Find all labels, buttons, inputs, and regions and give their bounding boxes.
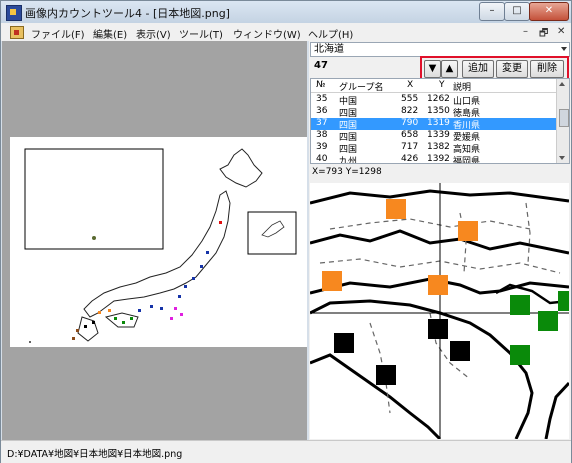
table-row[interactable]: 35 中国 555 1262 山口県 — [311, 94, 556, 107]
menu-window[interactable]: ウィンドウ(W) — [233, 26, 301, 41]
group-select-value: 北海道 — [314, 44, 344, 55]
table-row[interactable]: 36 四国 822 1350 徳島県 — [311, 106, 556, 119]
table-row[interactable]: 38 四国 658 1339 愛媛県 — [311, 130, 556, 143]
menu-help[interactable]: ヘルプ(H) — [308, 26, 353, 41]
mdi-close-button[interactable]: ✕ — [557, 26, 565, 37]
marker-black — [376, 365, 396, 385]
menu-view[interactable]: 表示(V) — [136, 26, 171, 41]
scroll-up-icon[interactable] — [559, 82, 565, 86]
zoom-map[interactable] — [310, 183, 569, 439]
delete-button[interactable]: 削除 — [530, 60, 564, 78]
table-row-selected[interactable]: 37 四国 790 1319 香川県 — [311, 118, 556, 131]
marker-green — [510, 295, 530, 315]
document-icon[interactable] — [10, 26, 24, 39]
marker-green — [558, 291, 569, 311]
add-button[interactable]: 追加 — [462, 60, 494, 78]
minimize-button[interactable]: – — [479, 2, 505, 21]
change-button[interactable]: 変更 — [496, 60, 528, 78]
arrow-down-icon: ▼ — [428, 63, 437, 74]
menu-bar: ファイル(F) 編集(E) 表示(V) ツール(T) ウィンドウ(W) ヘルプ(… — [1, 23, 571, 41]
cursor-coordinates: X=793 Y=1298 — [312, 167, 382, 177]
marker-orange — [428, 275, 448, 295]
marker-orange — [386, 199, 406, 219]
arrow-up-icon: ▲ — [445, 63, 454, 74]
marker-green — [510, 345, 530, 365]
dropdown-arrow-icon[interactable] — [561, 47, 567, 51]
list-header: № グループ名 X Y 説明 — [311, 79, 556, 93]
zoom-view[interactable] — [310, 183, 569, 439]
menu-tools[interactable]: ツール(T) — [179, 26, 223, 41]
point-list[interactable]: № グループ名 X Y 説明 35 中国 555 1262 山口県 36 四国 … — [310, 78, 570, 164]
marker-green — [538, 311, 558, 331]
maximize-button[interactable]: □ — [504, 2, 530, 21]
column-x[interactable]: X — [407, 80, 413, 90]
window-title: 画像内カウントツール4 - [日本地図.png] — [25, 7, 230, 20]
marker-orange — [458, 221, 478, 241]
move-up-button[interactable]: ▲ — [441, 60, 458, 78]
marker-black — [334, 333, 354, 353]
status-bar: D:¥DATA¥地図¥日本地図¥日本地図.png — [1, 440, 571, 463]
group-select[interactable]: 北海道 — [310, 42, 570, 57]
column-description[interactable]: 説明 — [453, 80, 471, 93]
column-y[interactable]: Y — [439, 80, 445, 90]
marker-orange — [322, 271, 342, 291]
column-group[interactable]: グループ名 — [339, 80, 383, 93]
marker-black — [428, 319, 448, 339]
marker-black — [450, 341, 470, 361]
map-canvas[interactable] — [10, 137, 307, 347]
scroll-thumb[interactable] — [559, 109, 569, 127]
japan-map[interactable] — [10, 137, 307, 347]
close-button[interactable]: ✕ — [529, 2, 569, 21]
title-bar: 画像内カウントツール4 - [日本地図.png] – □ ✕ — [1, 1, 571, 23]
point-count: 47 — [314, 60, 328, 71]
app-icon[interactable] — [6, 5, 22, 21]
scroll-down-icon[interactable] — [559, 156, 565, 160]
side-panel: 北海道 47 ▼ ▲ 追加 変更 削除 № グループ名 X Y 説明 35 中国… — [309, 41, 571, 440]
menu-edit[interactable]: 編集(E) — [93, 26, 127, 41]
move-down-button[interactable]: ▼ — [424, 60, 441, 78]
mdi-minimize-button[interactable]: – — [523, 26, 528, 37]
list-scrollbar[interactable] — [556, 79, 569, 163]
app-window: 画像内カウントツール4 - [日本地図.png] – □ ✕ ファイル(F) 編… — [0, 0, 572, 463]
image-view[interactable] — [2, 41, 307, 440]
column-number[interactable]: № — [316, 80, 325, 90]
status-file-path: D:¥DATA¥地図¥日本地図¥日本地図.png — [7, 449, 183, 460]
menu-file[interactable]: ファイル(F) — [31, 26, 85, 41]
table-row[interactable]: 39 四国 717 1382 高知県 — [311, 142, 556, 155]
table-row[interactable]: 40 九州 426 1392 福岡県 — [311, 154, 556, 163]
